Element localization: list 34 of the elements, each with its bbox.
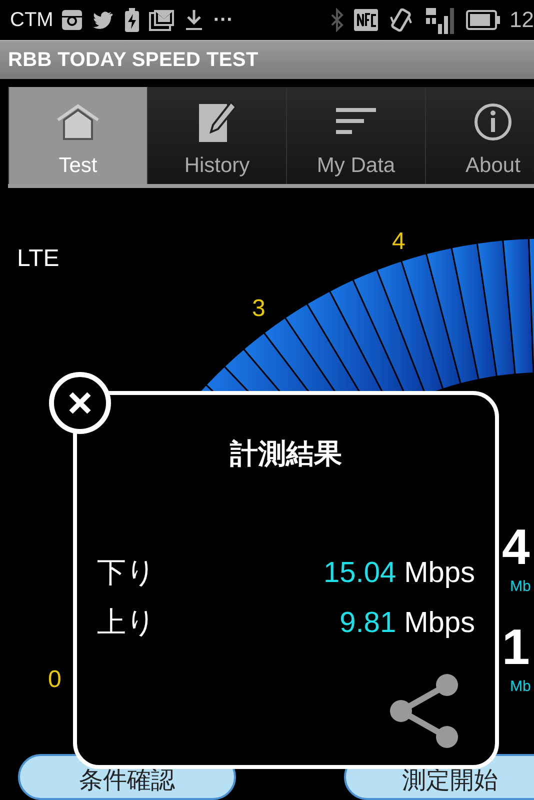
result-value: 9.81 — [340, 607, 396, 640]
gauge-tick-label: 0 — [48, 666, 62, 694]
result-label: 下り — [97, 556, 156, 591]
share-icon[interactable] — [389, 673, 459, 749]
bluetooth-icon — [330, 8, 344, 32]
clock-time: 12 — [510, 7, 534, 33]
carrier-name: CTM — [10, 8, 54, 32]
download-icon — [185, 9, 204, 31]
vibrate-icon — [388, 7, 414, 33]
network-type: LTE — [17, 245, 60, 273]
mail-icon — [149, 9, 176, 31]
result-value: 15.04 — [324, 557, 396, 590]
dialog-title: 計測結果 — [230, 437, 342, 471]
battery-charging-icon — [125, 8, 140, 32]
speed-unit: Mb — [510, 578, 531, 595]
result-label: 上り — [97, 606, 156, 641]
more-notifications-icon: ··· — [213, 8, 234, 32]
result-unit: Mbps — [404, 607, 475, 640]
result-unit: Mbps — [404, 557, 475, 590]
tab[interactable]: History — [147, 87, 286, 184]
battery-icon — [466, 10, 500, 30]
nfc-icon — [354, 9, 378, 31]
speed-value: 4 — [502, 518, 530, 576]
camera-icon — [61, 9, 84, 31]
signal-icon — [424, 6, 456, 34]
close-icon — [67, 390, 93, 416]
bird-icon — [93, 10, 116, 30]
gauge-tick-label: 4 — [392, 228, 406, 256]
speed-unit: Mb — [510, 678, 531, 695]
speed-value: 1 — [502, 618, 530, 676]
tab[interactable]: My Data — [286, 87, 425, 184]
tab[interactable]: About — [425, 87, 534, 184]
gauge-tick-label: 3 — [252, 295, 266, 323]
app-title: RBB TODAY SPEED TEST — [8, 48, 258, 72]
